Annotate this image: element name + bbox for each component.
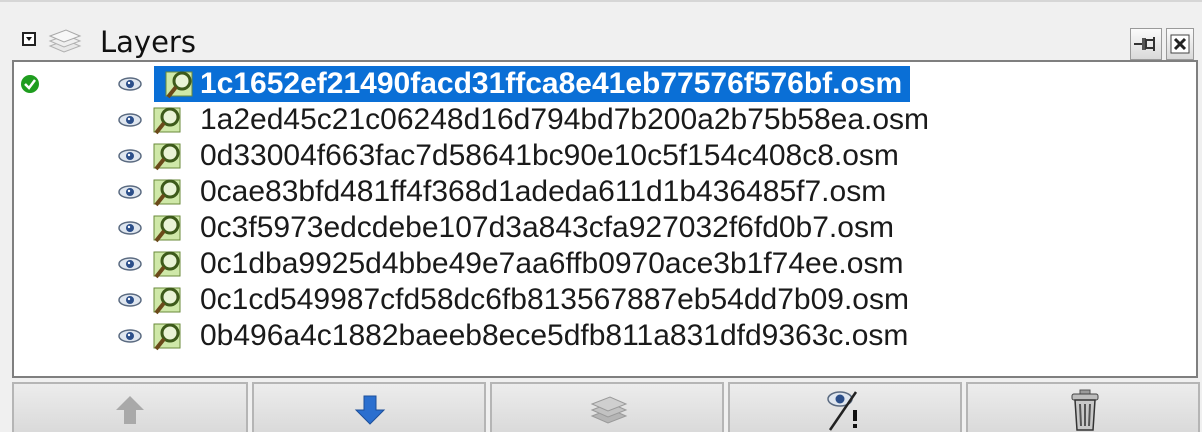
layer-row[interactable]: 0c3f5973edcdebe107d3a843cfa927032f6fd0b7…: [14, 210, 1196, 246]
panel-title: Layers: [100, 25, 196, 59]
move-down-icon: [354, 395, 386, 425]
visibility-eye-icon[interactable]: [118, 184, 142, 200]
panel-title-bar: Layers: [0, 8, 1202, 60]
visibility-eye-icon[interactable]: [118, 76, 142, 92]
pin-icon[interactable]: [1130, 28, 1162, 60]
active-layer-check-icon: [21, 75, 39, 93]
collapse-toggle-icon[interactable]: [22, 32, 36, 46]
toggle-visibility-icon: [827, 391, 858, 431]
visibility-eye-icon[interactable]: [118, 292, 142, 308]
visibility-eye-icon[interactable]: [118, 256, 142, 272]
osm-data-layer-icon: [165, 71, 193, 99]
toggle-visibility-button[interactable]: [728, 382, 962, 432]
merge-layers-icon: [590, 396, 628, 424]
visibility-eye-icon[interactable]: [118, 148, 142, 164]
layers-stack-icon: [48, 29, 82, 53]
layers-panel: Layers 1c1652ef21490facd31ffca8e41eb7757…: [0, 0, 1202, 432]
close-icon[interactable]: [1166, 28, 1194, 60]
layer-list[interactable]: 1c1652ef21490facd31ffca8e41eb77576f576bf…: [12, 60, 1198, 378]
visibility-eye-icon[interactable]: [118, 328, 142, 344]
layer-name: 0b496a4c1882baeeb8ece5dfb811a831dfd9363c…: [200, 319, 909, 352]
layer-name: 1c1652ef21490facd31ffca8e41eb77576f576bf…: [154, 66, 911, 102]
layer-name: 0c3f5973edcdebe107d3a843cfa927032f6fd0b7…: [200, 211, 894, 244]
delete-icon: [1071, 389, 1099, 431]
layer-row[interactable]: 0c1cd549987cfd58dc6fb813567887eb54dd7b09…: [14, 282, 1196, 318]
move-down-button[interactable]: [252, 382, 486, 432]
layer-name: 0c1cd549987cfd58dc6fb813567887eb54dd7b09…: [200, 283, 909, 316]
layer-name: 0cae83bfd481ff4f368d1adeda611d1b436485f7…: [200, 175, 887, 208]
layer-name: 0d33004f663fac7d58641bc90e10c5f154c408c8…: [200, 139, 899, 172]
move-up-button[interactable]: [12, 382, 248, 432]
delete-layer-button[interactable]: [966, 382, 1200, 432]
layer-name: 0c1dba9925d4bbe49e7aa6ffb0970ace3b1f74ee…: [200, 247, 904, 280]
move-up-icon: [116, 396, 144, 424]
layer-toolbar: [0, 382, 1202, 432]
visibility-eye-icon[interactable]: [118, 112, 142, 128]
layer-row[interactable]: 1c1652ef21490facd31ffca8e41eb77576f576bf…: [14, 66, 1196, 102]
layer-row[interactable]: 0cae83bfd481ff4f368d1adeda611d1b436485f7…: [14, 174, 1196, 210]
visibility-eye-icon[interactable]: [118, 220, 142, 236]
layer-name: 1a2ed45c21c06248d16d794bd7b200a2b75b58ea…: [200, 103, 930, 136]
merge-layers-button[interactable]: [490, 382, 724, 432]
layer-row[interactable]: 0d33004f663fac7d58641bc90e10c5f154c408c8…: [14, 138, 1196, 174]
layer-row[interactable]: 0c1dba9925d4bbe49e7aa6ffb0970ace3b1f74ee…: [14, 246, 1196, 282]
layer-row[interactable]: 0b496a4c1882baeeb8ece5dfb811a831dfd9363c…: [14, 318, 1196, 354]
layer-row[interactable]: 1a2ed45c21c06248d16d794bd7b200a2b75b58ea…: [14, 102, 1196, 138]
